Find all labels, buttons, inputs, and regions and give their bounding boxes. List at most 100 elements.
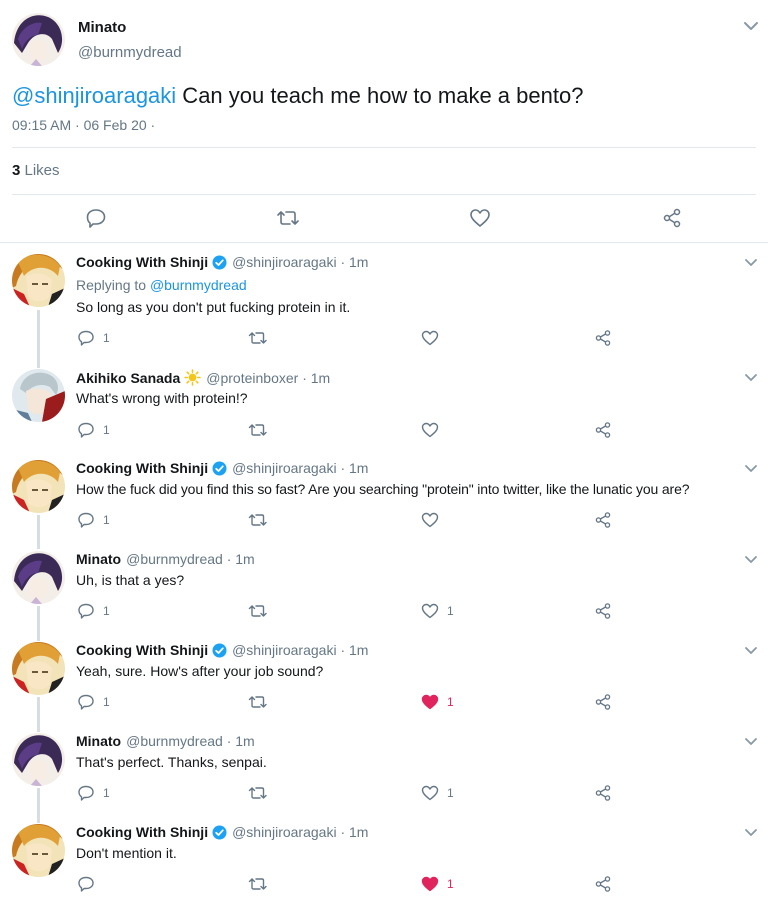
share-button[interactable] bbox=[594, 511, 612, 529]
author-name[interactable]: Minato bbox=[76, 551, 121, 567]
author-handle[interactable]: @burnmydread · 1m bbox=[126, 733, 255, 749]
thread-line bbox=[37, 788, 40, 823]
share-button[interactable] bbox=[594, 602, 612, 620]
reply-button[interactable]: 1 bbox=[77, 329, 110, 347]
heart-icon bbox=[421, 603, 439, 619]
like-button[interactable] bbox=[421, 329, 447, 347]
likes-label: Likes bbox=[20, 162, 60, 179]
thread-line bbox=[37, 606, 40, 641]
reply-header: Cooking With Shinji @shinjiroaragaki · 1… bbox=[76, 254, 368, 270]
share-button[interactable] bbox=[594, 784, 612, 802]
replying-to: Replying to @burnmydread bbox=[76, 277, 247, 293]
reply-header: Minato @burnmydread · 1m bbox=[76, 551, 255, 567]
author-handle[interactable]: @shinjiroaragaki · 1m bbox=[232, 254, 368, 270]
share-button[interactable] bbox=[660, 206, 684, 230]
verified-badge-icon bbox=[212, 254, 228, 270]
main-tweet: Minato @burnmydread @shinjiroaragaki Can… bbox=[0, 0, 768, 243]
like-button[interactable]: 1 bbox=[421, 693, 454, 711]
like-button[interactable] bbox=[421, 421, 447, 439]
reply-icon bbox=[78, 876, 94, 892]
author-handle[interactable]: @shinjiroaragaki · 1m bbox=[232, 460, 368, 476]
reply-button[interactable]: 1 bbox=[77, 784, 110, 802]
chevron-down-icon[interactable] bbox=[744, 555, 758, 565]
shinji-avatar[interactable] bbox=[12, 824, 65, 877]
verified-badge-icon bbox=[212, 824, 228, 840]
author-handle[interactable]: @proteinboxer · 1m bbox=[206, 370, 330, 386]
retweet-button[interactable] bbox=[248, 602, 268, 620]
reply-header: Akihiko Sanada @proteinboxer · 1m bbox=[76, 369, 330, 386]
like-button[interactable]: 1 bbox=[421, 784, 454, 802]
reply-button[interactable]: 1 bbox=[77, 602, 110, 620]
share-icon bbox=[595, 876, 611, 892]
main-author-handle[interactable]: @burnmydread bbox=[78, 44, 182, 61]
chevron-down-icon[interactable] bbox=[744, 258, 758, 268]
reply-button[interactable] bbox=[77, 875, 103, 893]
shinji-avatar[interactable] bbox=[12, 642, 65, 695]
chevron-down-icon[interactable] bbox=[744, 464, 758, 474]
heart-icon bbox=[470, 209, 490, 227]
share-button[interactable] bbox=[594, 693, 612, 711]
mention-link[interactable]: @shinjiroaragaki bbox=[12, 83, 176, 108]
author-name[interactable]: Cooking With Shinji bbox=[76, 254, 208, 270]
share-icon bbox=[595, 422, 611, 438]
chevron-down-icon[interactable] bbox=[744, 828, 758, 838]
share-button[interactable] bbox=[594, 329, 612, 347]
reply-text: Yeah, sure. How's after your job sound? bbox=[76, 663, 324, 679]
share-icon bbox=[595, 330, 611, 346]
like-count: 1 bbox=[447, 604, 454, 618]
reply-count: 1 bbox=[103, 423, 110, 437]
retweet-button[interactable] bbox=[248, 511, 268, 529]
reply-header: Cooking With Shinji @shinjiroaragaki · 1… bbox=[76, 824, 368, 840]
like-button[interactable]: 1 bbox=[421, 875, 454, 893]
author-name[interactable]: Cooking With Shinji bbox=[76, 824, 208, 840]
thread-line bbox=[37, 515, 40, 549]
like-button[interactable]: 1 bbox=[421, 602, 454, 620]
shinji-avatar[interactable] bbox=[12, 254, 65, 307]
reply-icon bbox=[78, 330, 94, 346]
minato-avatar[interactable] bbox=[12, 733, 65, 786]
retweet-button[interactable] bbox=[248, 693, 268, 711]
reply-button[interactable]: 1 bbox=[77, 511, 110, 529]
author-name[interactable]: Cooking With Shinji bbox=[76, 642, 208, 658]
chevron-down-icon[interactable] bbox=[743, 20, 759, 32]
reply-icon bbox=[78, 512, 94, 528]
likes-summary[interactable]: 3 Likes bbox=[12, 162, 60, 179]
reply-button[interactable]: 1 bbox=[77, 421, 110, 439]
like-count: 1 bbox=[447, 877, 454, 891]
main-author-name[interactable]: Minato bbox=[78, 19, 126, 36]
share-icon bbox=[663, 208, 681, 228]
author-handle[interactable]: @burnmydread · 1m bbox=[126, 551, 255, 567]
minato-avatar[interactable] bbox=[12, 13, 65, 66]
heart-icon bbox=[421, 512, 439, 528]
retweet-button[interactable] bbox=[248, 875, 268, 893]
shinji-avatar[interactable] bbox=[12, 460, 65, 513]
retweet-button[interactable] bbox=[248, 784, 268, 802]
reply-text: How the fuck did you find this so fast? … bbox=[76, 481, 690, 497]
author-handle[interactable]: @shinjiroaragaki · 1m bbox=[232, 642, 368, 658]
retweet-button[interactable] bbox=[248, 421, 268, 439]
chevron-down-icon[interactable] bbox=[744, 646, 758, 656]
author-handle[interactable]: @shinjiroaragaki · 1m bbox=[232, 824, 368, 840]
reply-button[interactable]: 1 bbox=[77, 693, 110, 711]
like-button[interactable] bbox=[468, 206, 492, 230]
reply-count: 1 bbox=[103, 695, 110, 709]
share-button[interactable] bbox=[594, 421, 612, 439]
retweet-button[interactable] bbox=[248, 329, 268, 347]
share-button[interactable] bbox=[594, 875, 612, 893]
author-name[interactable]: Cooking With Shinji bbox=[76, 460, 208, 476]
minato-avatar[interactable] bbox=[12, 551, 65, 604]
retweet-button[interactable] bbox=[276, 206, 300, 230]
retweet-icon bbox=[248, 878, 267, 890]
author-name[interactable]: Minato bbox=[76, 733, 121, 749]
like-button[interactable] bbox=[421, 511, 447, 529]
reply-icon bbox=[78, 785, 94, 801]
main-timestamp[interactable]: 09:15 AM · 06 Feb 20 · bbox=[12, 117, 155, 133]
chevron-down-icon[interactable] bbox=[744, 737, 758, 747]
reply-header: Cooking With Shinji @shinjiroaragaki · 1… bbox=[76, 460, 368, 476]
reply-button[interactable] bbox=[84, 206, 108, 230]
chevron-down-icon[interactable] bbox=[744, 373, 758, 383]
replying-to-link[interactable]: @burnmydread bbox=[150, 277, 247, 293]
akihiko-avatar[interactable] bbox=[12, 369, 65, 422]
thread-line bbox=[37, 310, 40, 368]
author-name[interactable]: Akihiko Sanada bbox=[76, 370, 180, 386]
